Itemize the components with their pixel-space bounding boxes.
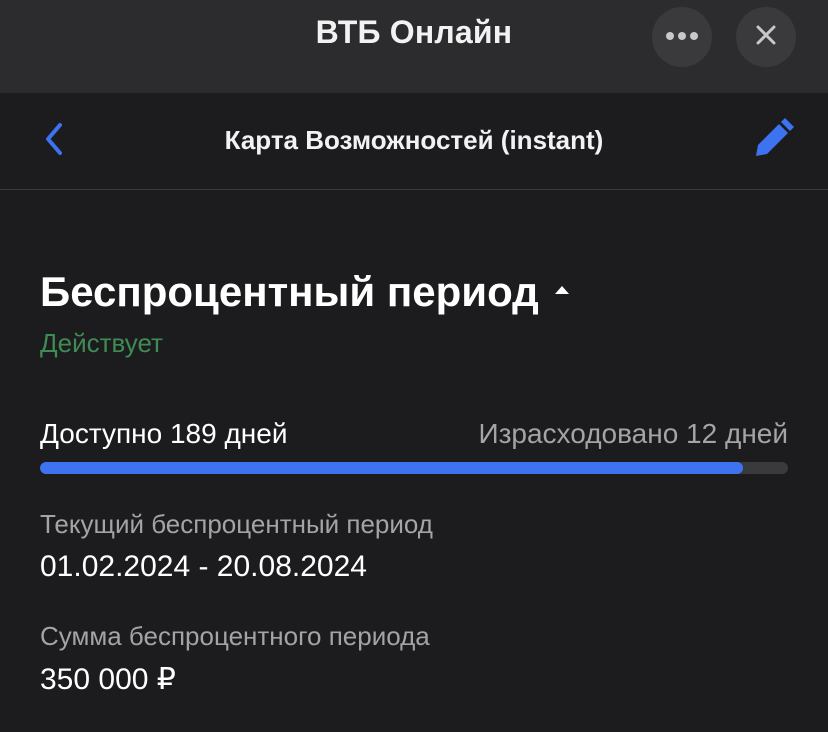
nav-bar: Карта Возможностей (instant) xyxy=(0,93,828,190)
more-icon xyxy=(665,28,699,46)
current-period-label: Текущий беспроцентный период xyxy=(40,509,433,539)
available-days: Доступно 189 дней xyxy=(40,418,288,449)
top-bar: ВТБ Онлайн xyxy=(0,0,828,93)
nav-title: Карта Возможностей (instant) xyxy=(224,125,604,155)
period-progress-bar xyxy=(40,462,788,474)
current-period-value: 01.02.2024 - 20.08.2024 xyxy=(40,550,367,583)
section-header[interactable]: Беспроцентный период xyxy=(40,268,569,316)
more-button[interactable] xyxy=(652,7,712,67)
period-progress-labels: Доступно 189 дней Израсходовано 12 дней xyxy=(40,418,788,450)
caret-up-icon xyxy=(554,286,569,294)
period-progress-fill xyxy=(40,462,744,474)
pencil-icon xyxy=(750,117,794,165)
edit-button[interactable] xyxy=(748,117,796,165)
section-title: Беспроцентный период xyxy=(40,268,539,315)
period-amount-value: 350 000 ₽ xyxy=(40,663,176,696)
period-amount-label: Сумма беспроцентного периода xyxy=(40,621,430,651)
close-button[interactable] xyxy=(736,7,796,67)
close-icon xyxy=(755,24,777,51)
status-text: Действует xyxy=(40,328,163,358)
spent-days: Израсходовано 12 дней xyxy=(478,418,788,449)
